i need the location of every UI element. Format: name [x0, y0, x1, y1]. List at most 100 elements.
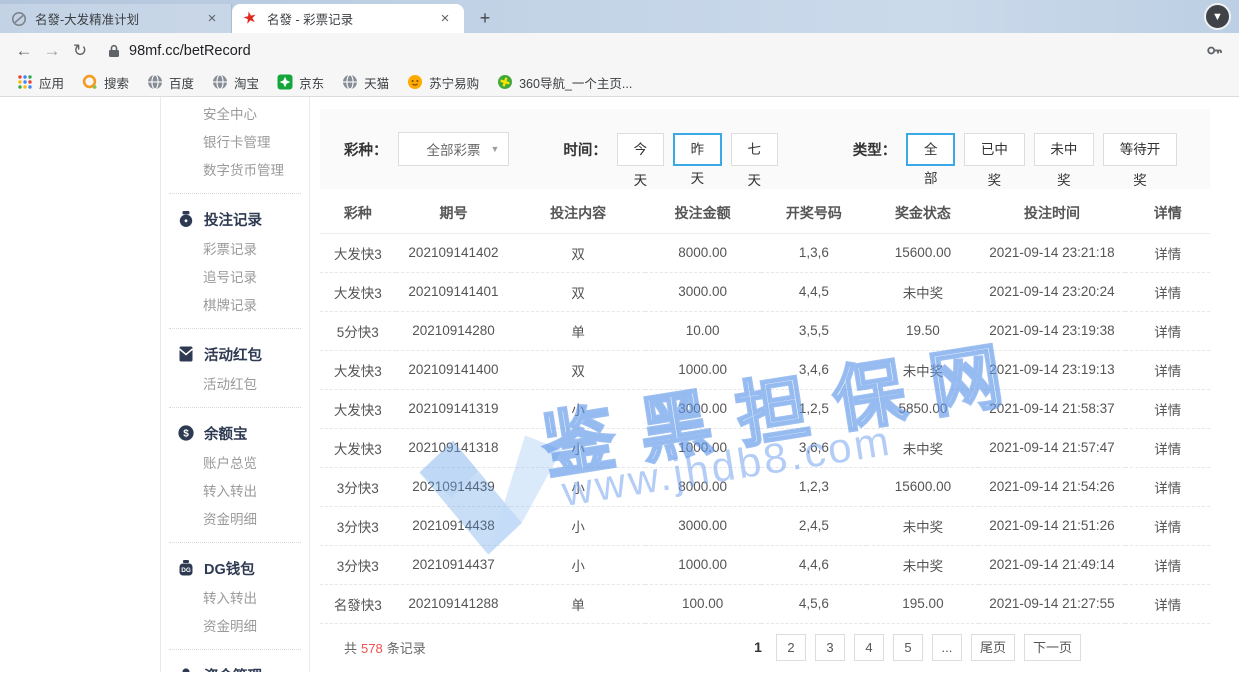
cell-numbers: 4,4,5	[761, 272, 868, 311]
type-filter-label: 类型：	[853, 139, 897, 160]
bookmark-item-8[interactable]: 360导航_一个主页...	[497, 73, 632, 92]
main-content: 彩种： 全部彩票 ▼ 时间： 今天昨天七天 类型： 全部已中奖未中奖等待开奖 彩…	[320, 97, 1210, 672]
sidebar-item-银行卡管理[interactable]: 银行卡管理	[161, 129, 309, 157]
bookmark-item-3[interactable]: 百度	[147, 73, 194, 92]
cell-content: 双	[511, 272, 645, 311]
back-icon[interactable]: ←	[10, 41, 38, 61]
password-key-icon[interactable]	[1206, 42, 1223, 59]
time-filter-昨天[interactable]: 昨天	[673, 133, 722, 166]
cell-content: 小	[511, 428, 645, 467]
browser-toolbar: ← → ↻ 98mf.cc/betRecord	[0, 33, 1239, 68]
detail-link[interactable]: 详情	[1125, 233, 1210, 272]
sidebar-item-资金明细[interactable]: 资金明细	[161, 613, 309, 641]
table-row: 3分快320210914439小8000.001,2,315600.002021…	[320, 467, 1210, 506]
detail-link[interactable]: 详情	[1125, 428, 1210, 467]
page-button-...[interactable]: ...	[932, 634, 962, 661]
type-filter-已中奖[interactable]: 已中奖	[964, 133, 1024, 166]
detail-link[interactable]: 详情	[1125, 584, 1210, 623]
browser-tab-2-active[interactable]: ★ 名發 - 彩票记录 ×	[232, 4, 464, 33]
cell-lottery[interactable]: 名發快3	[320, 584, 396, 623]
sidebar-item-追号记录[interactable]: 追号记录	[161, 264, 309, 292]
detail-link[interactable]: 详情	[1125, 350, 1210, 389]
cell-lottery[interactable]: 3分快3	[320, 545, 396, 584]
time-filter-label: 时间：	[563, 139, 607, 160]
cell-content: 双	[511, 233, 645, 272]
bookmark-label: 淘宝	[234, 73, 259, 92]
page-button-3[interactable]: 3	[815, 634, 845, 661]
new-tab-button[interactable]: +	[472, 5, 498, 31]
bookmark-item-4[interactable]: 淘宝	[212, 73, 259, 92]
tab-close-icon[interactable]: ×	[203, 10, 221, 27]
cell-content: 单	[511, 311, 645, 350]
sidebar-divider	[169, 193, 301, 194]
reload-icon[interactable]: ↻	[66, 41, 94, 61]
cell-issue: 20210914438	[396, 506, 512, 545]
cell-lottery[interactable]: 3分快3	[320, 506, 396, 545]
cell-numbers: 4,4,6	[761, 545, 868, 584]
cell-issue: 202109141288	[396, 584, 512, 623]
forward-icon[interactable]: →	[38, 41, 66, 61]
sidebar-section-资金管理[interactable]: 资金管理	[161, 658, 309, 672]
cell-bet-time: 2021-09-14 21:58:37	[979, 389, 1126, 428]
sidebar-divider	[169, 328, 301, 329]
bookmark-item-5[interactable]: 京东	[277, 73, 324, 92]
cell-amount: 10.00	[645, 311, 761, 350]
bet-records-table: 彩种期号投注内容投注金额开奖号码奖金状态投注时间详情 大发快3202109141…	[320, 193, 1210, 624]
page-button-下一页[interactable]: 下一页	[1024, 634, 1081, 661]
sidebar-item-账户总览[interactable]: 账户总览	[161, 450, 309, 478]
type-filter-未中奖[interactable]: 未中奖	[1034, 133, 1094, 166]
cell-issue: 20210914439	[396, 467, 512, 506]
table-row: 大发快3202109141318小1000.003,6,6未中奖2021-09-…	[320, 428, 1210, 467]
cell-lottery[interactable]: 5分快3	[320, 311, 396, 350]
bookmark-item-2[interactable]: 搜索	[82, 73, 129, 92]
page-button-2[interactable]: 2	[776, 634, 806, 661]
page-button-尾页[interactable]: 尾页	[971, 634, 1015, 661]
sidebar-item-棋牌记录[interactable]: 棋牌记录	[161, 292, 309, 320]
bookmark-label: 搜索	[104, 73, 129, 92]
sidebar-item-资金明细[interactable]: 资金明细	[161, 506, 309, 534]
browser-menu-button[interactable]: ▼	[1204, 3, 1231, 30]
detail-link[interactable]: 详情	[1125, 389, 1210, 428]
bookmark-item-7[interactable]: 苏宁易购	[407, 73, 479, 92]
page-button-5[interactable]: 5	[893, 634, 923, 661]
sidebar-section-投注记录[interactable]: 投注记录	[161, 202, 309, 236]
cell-prize-status: 未中奖	[867, 428, 978, 467]
sidebar-item-彩票记录[interactable]: 彩票记录	[161, 236, 309, 264]
cell-lottery[interactable]: 大发快3	[320, 350, 396, 389]
lottery-select[interactable]: 全部彩票 ▼	[398, 132, 510, 166]
browser-tab-1[interactable]: 名發-大发精准计划 ×	[0, 4, 232, 33]
page-button-4[interactable]: 4	[854, 634, 884, 661]
type-filter-等待开奖[interactable]: 等待开奖	[1103, 133, 1177, 166]
type-filter-全部[interactable]: 全部	[906, 133, 955, 166]
cell-lottery[interactable]: 3分快3	[320, 467, 396, 506]
cell-issue: 202109141400	[396, 350, 512, 389]
sidebar-item-活动红包[interactable]: 活动红包	[161, 371, 309, 399]
sidebar-item-转入转出[interactable]: 转入转出	[161, 478, 309, 506]
time-filter-七天[interactable]: 七天	[731, 133, 778, 166]
cell-issue: 20210914280	[396, 311, 512, 350]
sidebar-section-DG钱包[interactable]: DGDG钱包	[161, 551, 309, 585]
sidebar-section-活动红包[interactable]: 活动红包	[161, 337, 309, 371]
column-header-期号: 期号	[396, 193, 512, 233]
sidebar-item-转入转出[interactable]: 转入转出	[161, 585, 309, 613]
detail-link[interactable]: 详情	[1125, 272, 1210, 311]
cell-lottery[interactable]: 大发快3	[320, 428, 396, 467]
cell-amount: 1000.00	[645, 545, 761, 584]
detail-link[interactable]: 详情	[1125, 467, 1210, 506]
sidebar-item-数字货币管理[interactable]: 数字货币管理	[161, 157, 309, 185]
address-bar[interactable]: 98mf.cc/betRecord	[108, 42, 1229, 59]
detail-link[interactable]: 详情	[1125, 545, 1210, 584]
cell-lottery[interactable]: 大发快3	[320, 272, 396, 311]
time-filter-今天[interactable]: 今天	[617, 133, 664, 166]
tab-close-icon[interactable]: ×	[436, 10, 454, 27]
cell-content: 小	[511, 467, 645, 506]
detail-link[interactable]: 详情	[1125, 506, 1210, 545]
bookmark-item-6[interactable]: 天猫	[342, 73, 389, 92]
sidebar-item-安全中心[interactable]: 安全中心	[161, 101, 309, 129]
cell-lottery[interactable]: 大发快3	[320, 233, 396, 272]
sidebar-section-余额宝[interactable]: $余额宝	[161, 416, 309, 450]
bookmark-item-1[interactable]: 应用	[17, 73, 64, 92]
sidebar-section-label: 余额宝	[204, 423, 248, 444]
detail-link[interactable]: 详情	[1125, 311, 1210, 350]
cell-lottery[interactable]: 大发快3	[320, 389, 396, 428]
